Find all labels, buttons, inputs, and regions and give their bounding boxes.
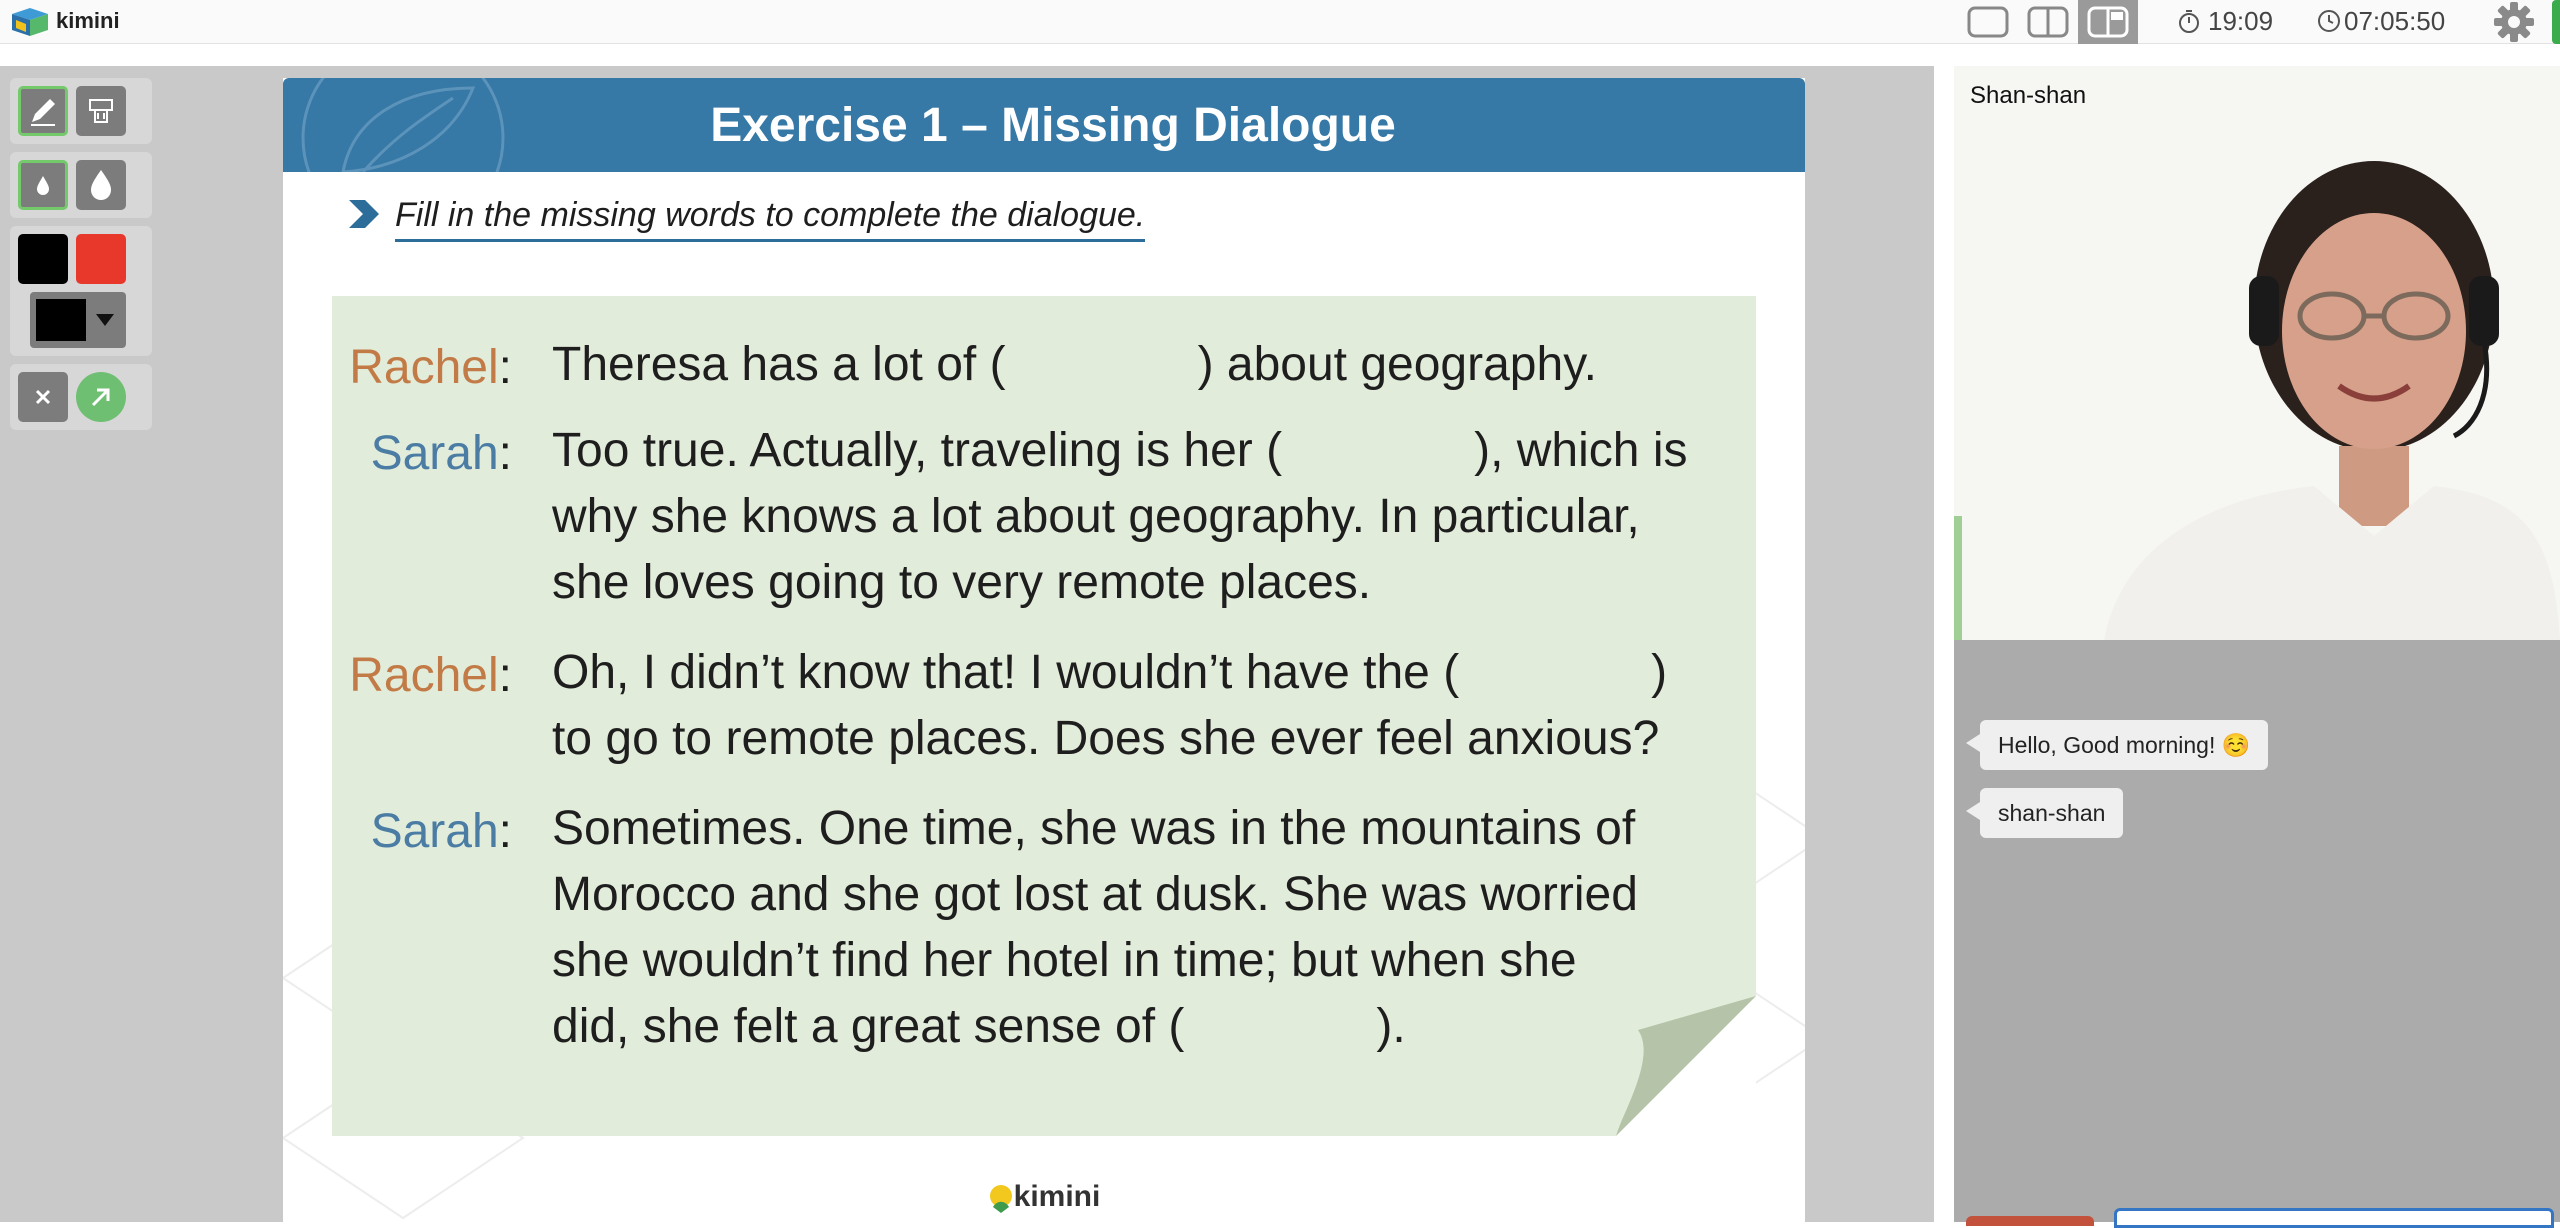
pen-icon xyxy=(31,99,55,126)
clock-time: 07:05:50 xyxy=(2344,5,2446,36)
tool-group-actions xyxy=(10,364,152,430)
chat-input[interactable] xyxy=(2114,1208,2554,1228)
clock: 07:05:50 xyxy=(2316,4,2445,38)
lesson-slide: Exercise 1 – Missing Dialogue Fill in th… xyxy=(283,78,1805,1222)
color-picker-dropdown[interactable] xyxy=(30,292,126,348)
split-layout-icon xyxy=(2027,6,2069,38)
elapsed-time: 19:09 xyxy=(2208,5,2274,36)
speech-text: Theresa has a lot of ( ) about geography… xyxy=(552,338,1597,391)
whiteboard-area[interactable]: Exercise 1 – Missing Dialogue Fill in th… xyxy=(0,66,1934,1222)
tool-group-color xyxy=(10,226,152,356)
thick-stroke-button[interactable] xyxy=(76,160,126,210)
page-curl-decoration xyxy=(1616,996,1756,1136)
slide-header: Exercise 1 – Missing Dialogue xyxy=(283,78,1805,172)
eraser-icon xyxy=(89,99,113,123)
speaker-label: Rachel: xyxy=(349,341,512,394)
drawing-toolbar xyxy=(10,78,152,438)
selected-color-swatch xyxy=(36,299,86,341)
tool-group-size xyxy=(10,152,152,218)
pointer-button[interactable] xyxy=(76,372,126,422)
participant-name: Shan-shan xyxy=(1970,82,2087,109)
top-bar: kimini 19:09 07:05:50 xyxy=(0,0,2560,44)
tool-group-draw xyxy=(10,78,152,144)
single-layout-button[interactable] xyxy=(1958,0,2018,44)
small-drop-icon xyxy=(37,176,49,195)
large-drop-icon xyxy=(91,170,111,200)
status-indicator xyxy=(2552,0,2560,44)
red-color-button[interactable] xyxy=(76,234,126,284)
chevron-right-icon xyxy=(349,200,379,228)
dialogue-card: Rachel: Theresa has a lot of ( ) about g… xyxy=(332,296,1756,1136)
speech-text: Oh, I didn’t know that! I wouldn’t have … xyxy=(552,646,1668,765)
speaker-label: Sarah: xyxy=(370,427,512,480)
slide-title: Exercise 1 – Missing Dialogue xyxy=(710,99,1396,152)
gear-icon xyxy=(2494,2,2534,42)
speech-text: Too true. Actually, traveling is her ( )… xyxy=(552,424,1688,609)
sidebar-layout-icon xyxy=(2087,6,2129,38)
footer-logo-text: kimini xyxy=(1013,1180,1101,1213)
single-layout-icon xyxy=(1967,6,2009,38)
chat-panel: Hello, Good morning! ☺️ shan-shan xyxy=(1954,640,2560,1228)
eraser-tool-button[interactable] xyxy=(76,86,126,136)
close-icon xyxy=(35,389,51,405)
chat-action-button[interactable] xyxy=(1966,1216,2094,1226)
chat-message: Hello, Good morning! ☺️ xyxy=(1965,720,2269,770)
kimini-footer-logo-icon xyxy=(989,1185,1012,1214)
speaker-label: Rachel: xyxy=(349,649,512,702)
instruction-text: Fill in the missing words to complete th… xyxy=(395,196,1146,242)
speaker-label: Sarah: xyxy=(370,805,512,858)
stopwatch-icon xyxy=(2179,10,2199,33)
speech-text: Sometimes. One time, she was in the moun… xyxy=(552,802,1638,1053)
participant-video xyxy=(1954,66,2560,640)
slide-footer: kimini xyxy=(283,1180,1805,1214)
arrow-up-right-icon xyxy=(91,388,110,407)
split-layout-button[interactable] xyxy=(2018,0,2078,44)
settings-button[interactable] xyxy=(2490,0,2538,44)
kimini-logo-icon xyxy=(12,8,48,36)
thin-stroke-button[interactable] xyxy=(18,160,68,210)
chat-message: shan-shan xyxy=(1965,788,2124,838)
video-feed: Shan-shan xyxy=(1954,66,2560,640)
pen-tool-button[interactable] xyxy=(18,86,68,136)
chevron-down-icon xyxy=(96,314,114,326)
clock-icon xyxy=(2318,10,2340,32)
brand-name: kimini xyxy=(56,8,120,33)
sidebar-layout-button[interactable] xyxy=(2078,0,2138,44)
black-color-button[interactable] xyxy=(18,234,68,284)
elapsed-timer: 19:09 xyxy=(2176,4,2273,38)
clear-button[interactable] xyxy=(18,372,68,422)
